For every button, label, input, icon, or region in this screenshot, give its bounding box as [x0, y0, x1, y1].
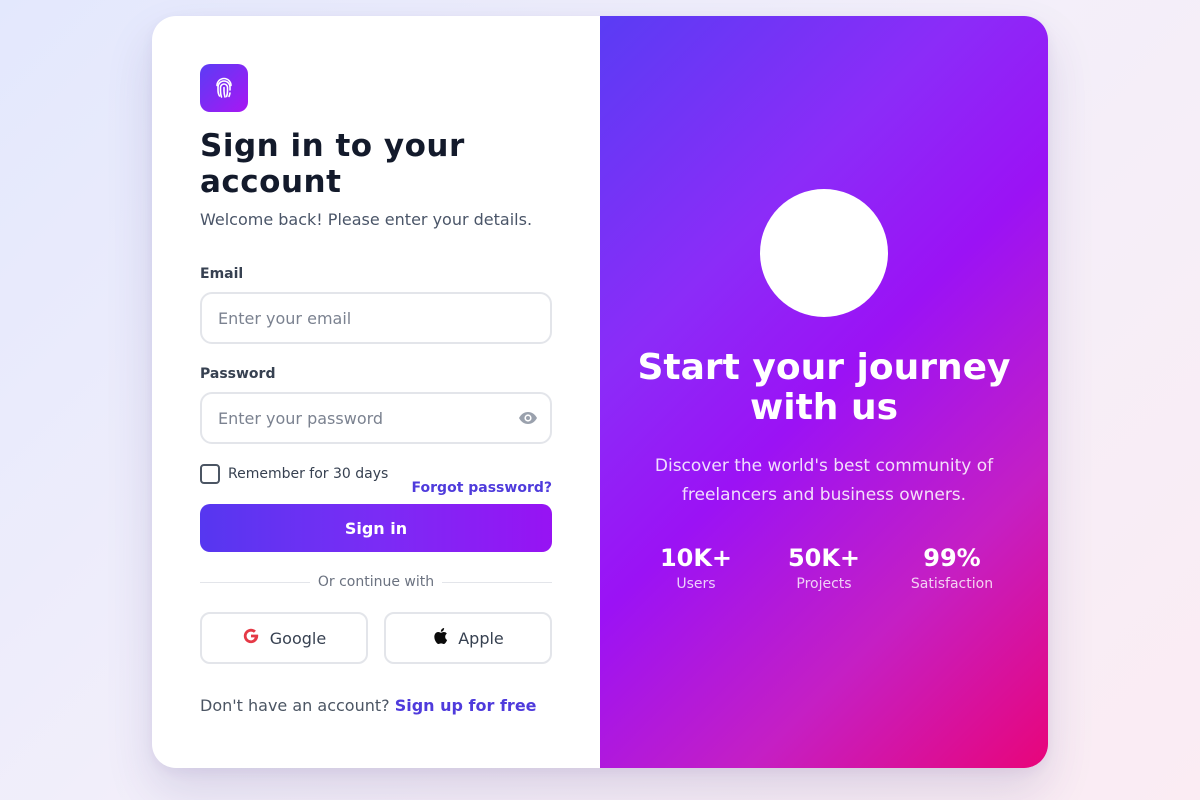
- stat-value: 10K+: [659, 544, 733, 572]
- password-label: Password: [200, 366, 276, 382]
- remember-label: Remember for 30 days: [228, 466, 389, 482]
- stat-projects: 50K+ Projects: [760, 542, 888, 592]
- stat-satisfaction: 99% Satisfaction: [888, 542, 1016, 592]
- sign-up-link[interactable]: Sign up for free: [395, 696, 537, 715]
- email-label: Email: [200, 266, 244, 282]
- google-button[interactable]: Google: [200, 612, 368, 664]
- promo-title: Start your journey with us: [600, 348, 1048, 428]
- sign-in-button[interactable]: Sign in: [200, 504, 552, 552]
- apple-icon: [432, 627, 458, 649]
- stat-label: Projects: [796, 576, 852, 592]
- promo-title-text: Start your journey with us: [637, 347, 1011, 428]
- google-label: Google: [269, 628, 327, 648]
- promo-illustration-circle: [760, 189, 888, 317]
- apple-label: Apple: [458, 628, 504, 648]
- page-subtitle: Welcome back! Please enter your details.: [200, 210, 533, 229]
- divider-line-right: [442, 582, 552, 583]
- stat-value: 99%: [923, 544, 981, 572]
- signup-prompt: Don't have an account? Sign up for free: [200, 696, 537, 715]
- divider: Or continue with: [200, 572, 552, 592]
- password-field[interactable]: [200, 392, 552, 444]
- stat-label: Satisfaction: [910, 576, 994, 592]
- signin-card: Sign in to your account Welcome back! Pl…: [152, 16, 1048, 768]
- page-title: Sign in to your account: [200, 128, 465, 200]
- promo-panel: Start your journey with us Discover the …: [600, 16, 1048, 768]
- stat-users: 10K+ Users: [632, 542, 760, 592]
- promo-subtitle: Discover the world's best community of f…: [654, 456, 994, 505]
- stat-value: 50K+: [787, 544, 861, 572]
- promo-stats: 10K+ Users 50K+ Projects 99% Satisfactio…: [632, 542, 1016, 592]
- signin-panel: Sign in to your account Welcome back! Pl…: [152, 16, 600, 768]
- apple-button[interactable]: Apple: [384, 612, 552, 664]
- remember-me: Remember for 30 days: [200, 464, 388, 484]
- eye-icon[interactable]: [518, 408, 538, 428]
- forgot-password-link[interactable]: Forgot password?: [412, 480, 552, 496]
- google-icon: [242, 627, 270, 649]
- fingerprint-icon: [200, 64, 248, 112]
- email-field[interactable]: [200, 292, 552, 344]
- stat-label: Users: [676, 576, 716, 592]
- remember-checkbox[interactable]: [200, 464, 220, 484]
- signup-prompt-text: Don't have an account?: [200, 696, 390, 715]
